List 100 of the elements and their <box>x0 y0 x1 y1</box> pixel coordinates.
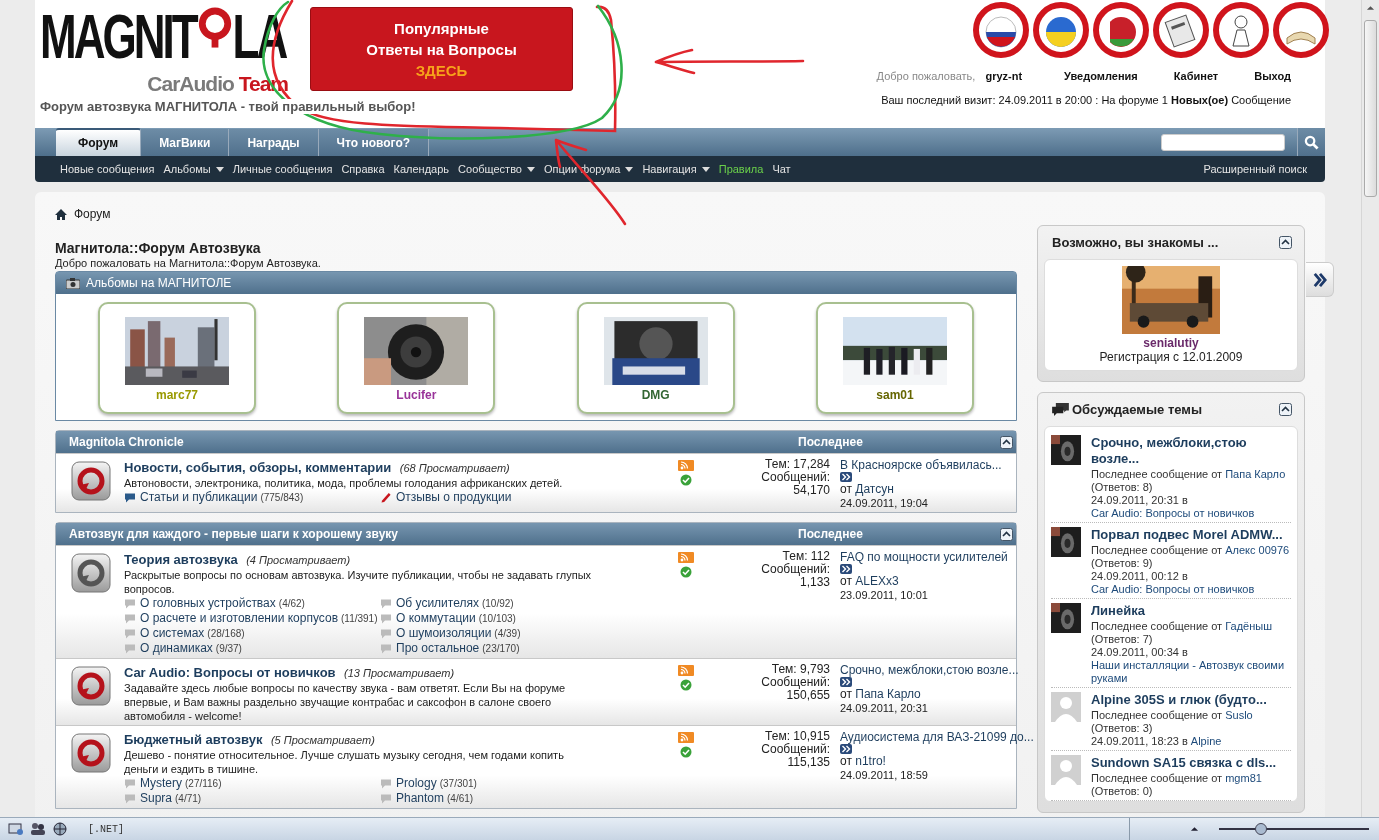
jump-icon[interactable] <box>840 677 852 687</box>
subforum-link[interactable]: Phantom <box>396 791 445 805</box>
triangle-up-icon[interactable] <box>1190 826 1199 832</box>
last-post-link[interactable]: Аудиосистема для ВАЗ-21099 до... <box>840 730 1034 744</box>
jump-icon[interactable] <box>840 564 852 574</box>
collapse-icon[interactable] <box>1279 403 1292 416</box>
user-link[interactable]: Алекс 00976 <box>1225 544 1290 556</box>
forum-title-link[interactable]: Бюджетный автозвук <box>124 732 263 747</box>
scrollbar-thumb[interactable] <box>1364 20 1377 197</box>
forum-title-link[interactable]: Car Audio: Вопросы от новичков <box>124 665 336 680</box>
forum-title-link[interactable]: Новости, события, обзоры, комментарии <box>124 460 392 475</box>
subforum-link[interactable]: О коммутации <box>396 611 476 625</box>
zoom-slider[interactable] <box>1219 823 1369 835</box>
category-title[interactable]: Автозвук для каждого - первые шаги к хорошему звуку <box>69 527 798 541</box>
subnav-link[interactable]: Календарь <box>393 163 450 175</box>
user-menu-link[interactable]: Уведомления <box>1064 70 1138 82</box>
user-link[interactable]: Папа Карло <box>855 687 921 701</box>
forum-link[interactable]: Car Audio: Вопросы от новичков <box>1091 507 1255 520</box>
flag-icon[interactable] <box>973 2 1029 58</box>
subforum-link[interactable]: Про остальное <box>396 641 480 655</box>
figure-icon[interactable] <box>1213 2 1269 58</box>
banner-button[interactable]: Популярные Ответы на Вопросы ЗДЕСЬ <box>310 7 573 91</box>
user-menu-link[interactable]: Кабинет <box>1173 70 1219 82</box>
subforum-count: (11/391) <box>341 613 378 624</box>
subnav-link[interactable]: Справка <box>341 163 385 175</box>
last-post-link[interactable]: Срочно, межблоки,стою возле... <box>840 663 1019 677</box>
subnav-link[interactable]: Новые сообщения <box>60 163 155 175</box>
breadcrumb-link[interactable]: Форум <box>74 207 111 221</box>
subforum-link[interactable]: Prology <box>396 776 437 790</box>
topic-link[interactable]: Sundown SA15 связка с dls... <box>1091 755 1291 771</box>
book-icon[interactable] <box>1273 2 1329 58</box>
forum-link[interactable]: Car Audio: Вопросы от новичков <box>1091 583 1255 596</box>
subforum-count: (27/116) <box>185 778 222 789</box>
nav-tab[interactable]: Что нового? <box>318 129 430 156</box>
search-field[interactable] <box>1161 133 1285 151</box>
album-card[interactable]: sam01 <box>816 302 974 414</box>
nav-tab[interactable]: Награды <box>229 129 319 156</box>
collapse-icon[interactable] <box>1279 236 1292 249</box>
topic-link[interactable]: Линейка <box>1091 603 1291 619</box>
topic-link[interactable]: Alpine 305S и глюк (будто... <box>1091 692 1291 708</box>
subforum-link[interactable]: О головных устройствах <box>140 596 276 610</box>
subforum-link[interactable]: О расчете и изготовлении корпусов <box>140 611 338 625</box>
search-button[interactable] <box>1297 128 1325 156</box>
newspaper-icon[interactable] <box>1153 2 1209 58</box>
subnav-link[interactable]: Навигация <box>642 163 710 175</box>
user-link[interactable]: Датсун <box>855 482 894 496</box>
username-link[interactable]: gryz-nt <box>985 70 1023 82</box>
nav-tab[interactable]: МагВики <box>141 129 230 156</box>
user-menu-link[interactable]: Выход <box>1254 70 1291 82</box>
subnav-link[interactable]: Опции форума <box>544 163 634 175</box>
user-link[interactable]: Папа Карло <box>1225 468 1286 480</box>
user-link[interactable]: n1tro! <box>855 754 886 768</box>
subnav-link[interactable]: Сообщество <box>458 163 535 175</box>
collapse-icon[interactable] <box>1000 435 1013 449</box>
subforum-link[interactable]: О системах <box>140 626 205 640</box>
by-label: от <box>840 754 852 768</box>
subforum-link[interactable]: О шумоизоляции <box>396 626 492 640</box>
subnav-link[interactable]: Личные сообщения <box>232 163 333 175</box>
reply-count: (Ответов: 3) <box>1091 722 1154 735</box>
topic-link[interactable]: Порвал подвес Morel ADMW... <box>1091 527 1291 543</box>
last-post-link[interactable]: В Красноярске объявилась... <box>840 458 1002 472</box>
forum-link[interactable]: Наши инсталляции - Автозвук своими руками <box>1091 659 1291 685</box>
subforum-link[interactable]: Mystery <box>140 776 182 790</box>
advanced-search-link[interactable]: Расширенный поиск <box>1203 163 1325 175</box>
flag-icon[interactable] <box>1093 2 1149 58</box>
album-card[interactable]: Lucifer <box>337 302 496 414</box>
flag-icon[interactable] <box>1033 2 1089 58</box>
user-link[interactable]: Suslo <box>1225 709 1253 721</box>
post-count-label: Сообщений: <box>761 676 830 689</box>
user-link[interactable]: Гадёныш <box>1225 620 1272 632</box>
subforum-link[interactable]: Supra <box>140 791 173 805</box>
subforum-link[interactable]: Об усилителях <box>396 596 479 610</box>
subforum-link[interactable]: Отзывы о продукции <box>396 490 512 504</box>
category-title[interactable]: Magnitola Chronicle <box>69 435 798 449</box>
jump-icon[interactable] <box>840 472 852 482</box>
slider-thumb[interactable] <box>1255 823 1267 835</box>
scrollbar[interactable] <box>1361 0 1379 817</box>
user-link[interactable]: mgm81 <box>1225 772 1262 784</box>
triangle-up-icon[interactable] <box>1366 5 1375 11</box>
subforum-count: (4/62) <box>278 598 305 609</box>
subforum-count: (4/71) <box>175 793 202 804</box>
user-link[interactable]: ALEXx3 <box>855 574 899 588</box>
collapse-icon[interactable] <box>1000 527 1013 541</box>
username-link[interactable]: senialutiy <box>1143 336 1199 350</box>
subnav-link[interactable]: Чат <box>772 163 791 175</box>
topic-link[interactable]: Срочно, межблоки,стою возле... <box>1091 435 1291 467</box>
subnav-link[interactable]: Правила <box>718 163 764 175</box>
home-icon <box>55 208 67 220</box>
nav-tab[interactable]: Форум <box>56 128 142 156</box>
jump-icon[interactable] <box>840 744 852 754</box>
sidebar-toggle-button[interactable] <box>1306 262 1334 297</box>
forum-title-link[interactable]: Теория автозвука <box>124 552 238 567</box>
subforum-link[interactable]: Статьи и публикации <box>140 490 258 504</box>
subnav-link[interactable]: Альбомы <box>163 163 224 175</box>
album-card[interactable]: DMG <box>576 302 735 414</box>
forum-link[interactable]: Alpine <box>1190 735 1222 748</box>
last-post-link[interactable]: FAQ по мощности усилителей <box>840 550 1008 564</box>
caret-icon <box>701 166 710 172</box>
speech-bubble-icon <box>124 643 136 654</box>
subforum-link[interactable]: О динамиках <box>140 641 213 655</box>
